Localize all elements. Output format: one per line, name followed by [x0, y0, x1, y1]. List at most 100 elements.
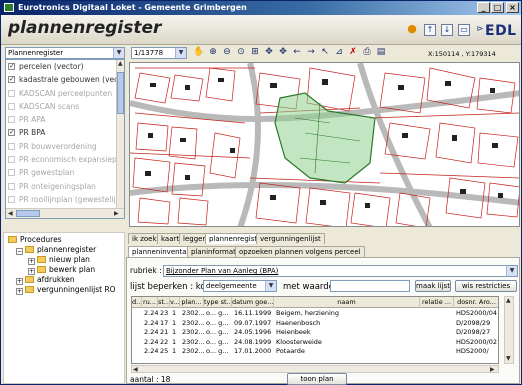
zoom-extent-icon[interactable]: ⊙ — [236, 47, 246, 58]
layer-checkbox[interactable]: ✓ — [8, 76, 15, 84]
expand-icon[interactable]: + — [16, 288, 23, 295]
zoom-window-icon[interactable]: ⊞ — [250, 47, 260, 58]
tree-node-afdrukken[interactable]: + afdrukken — [16, 275, 75, 285]
column-header[interactable]: relatie ... — [420, 297, 454, 308]
scroll-right-icon[interactable]: ▶ — [490, 366, 495, 373]
scroll-up-icon[interactable]: ▲ — [118, 60, 123, 67]
scroll-left-icon[interactable]: ◀ — [133, 366, 138, 373]
rubriek-select[interactable]: Bijzonder Plan van Aanleg (BPA) ▼ — [163, 265, 518, 277]
layer-item[interactable]: KADSCAN scans — [6, 100, 124, 113]
window-icon[interactable]: ▭ — [458, 24, 470, 36]
layer-checkbox[interactable]: ✓ — [8, 129, 15, 137]
tree-node-bewerk-plan[interactable]: + bewerk plan — [28, 265, 95, 275]
tab-opzoeken-plannen[interactable]: opzoeken plannen volgens perceel — [235, 246, 365, 257]
measure-icon[interactable]: ⊿ — [334, 47, 344, 58]
column-header[interactable]: naam — [274, 297, 420, 308]
pan-icon[interactable]: ✋ — [193, 47, 204, 58]
layer-item[interactable]: PR APA — [6, 113, 124, 126]
scale-select[interactable]: 1/13778 ▼ — [131, 47, 187, 59]
expand-icon[interactable]: + — [16, 278, 23, 285]
kolom-select[interactable]: deelgemeente ▼ — [203, 280, 277, 292]
move-icon[interactable]: ✥ — [278, 47, 288, 58]
info-icon[interactable]: ● — [406, 23, 418, 36]
maximize-button[interactable]: □ — [491, 2, 504, 13]
column-header[interactable]: datum goe... — [232, 297, 274, 308]
layer-item[interactable]: PR rooilijnplan (gewestelijk — [6, 193, 124, 206]
tree-node-procedures[interactable]: Procedures — [8, 235, 62, 245]
tree-node-vergunningenlijst[interactable]: + vergunningenlijst RO — [16, 285, 116, 295]
layer-item[interactable]: ✓ PR BPA — [6, 126, 124, 139]
table-row[interactable]: 2.24 23 1 2302... o... g... 16.11.1999 Beigem,… — [132, 309, 498, 319]
tab-ik-zoek[interactable]: ik zoek — [128, 233, 161, 244]
table-hscrollbar[interactable]: ◀ ▶ — [131, 365, 499, 373]
layer-checkbox[interactable]: ✓ — [8, 63, 15, 70]
layer-checkbox[interactable] — [8, 182, 15, 190]
column-header[interactable]: dosnr. Aro... — [454, 297, 498, 308]
scroll-right-icon[interactable]: ▶ — [114, 210, 119, 217]
zoom-in-icon[interactable]: ⊕ — [208, 47, 218, 58]
layer-checkbox[interactable] — [8, 156, 15, 164]
scroll-thumb[interactable] — [16, 210, 40, 217]
layer-checkbox[interactable] — [8, 142, 15, 150]
layer-item[interactable]: ✓ percelen (vector) — [6, 60, 124, 73]
next-icon[interactable]: → — [306, 47, 316, 58]
table-row[interactable]: 2.24 25 1 2302... o... g... 17.01.2000 Potaard… — [132, 347, 498, 357]
select-icon[interactable]: ↖ — [320, 47, 330, 58]
layer-group-select[interactable]: Plannenregister ▼ — [5, 47, 125, 59]
down-icon[interactable]: ↓ — [441, 24, 453, 36]
scroll-left-icon[interactable]: ◀ — [8, 210, 13, 217]
layer-item[interactable]: PR gewestplan — [6, 166, 124, 179]
print-icon[interactable]: ⎙ — [362, 47, 372, 58]
scroll-thumb[interactable] — [117, 72, 124, 114]
waarde-input[interactable] — [330, 280, 410, 292]
column-header[interactable]: type st... — [204, 297, 232, 308]
column-header[interactable]: st... — [158, 297, 170, 308]
export-icon[interactable]: ▤ — [376, 47, 386, 58]
table-row[interactable]: 2.24 17 1 2302... o... g... 09.07.1997 Haenenb… — [132, 319, 498, 329]
wis-restricties-button[interactable]: wis restricties — [455, 280, 517, 292]
table-row[interactable]: 2.24 21 1 2302... o... g... 24.05.1996 Heienbe… — [132, 328, 498, 338]
up-icon[interactable]: ↑ — [424, 24, 436, 36]
table-vscrollbar[interactable]: ▲ ▼ — [504, 296, 514, 364]
map-canvas[interactable] — [130, 63, 520, 227]
scroll-up-icon[interactable]: ▲ — [506, 297, 511, 304]
layer-item[interactable]: PR economisch expansiep — [6, 153, 124, 166]
layer-item[interactable]: ✓ kadastrale gebouwen (vec — [6, 73, 124, 86]
tree-node-nieuw-plan[interactable]: + nieuw plan — [28, 255, 90, 265]
layer-checkbox[interactable] — [8, 116, 15, 124]
tab-vergunningenlijst[interactable]: vergunningenlijst — [256, 233, 325, 244]
layer-checkbox[interactable] — [8, 102, 15, 110]
minimize-button[interactable]: _ — [477, 2, 490, 13]
toon-plan-button[interactable]: toon plan — [287, 373, 347, 385]
tree-node-plannenregister[interactable]: − plannenregister — [16, 245, 96, 255]
chevron-down-icon[interactable]: ▼ — [506, 266, 517, 276]
title-bar[interactable]: Eurotronics Digitaal Loket - Gemeente Gr… — [1, 1, 521, 15]
layer-checkbox[interactable] — [8, 169, 15, 177]
layer-list-vscrollbar[interactable]: ▲ — [116, 60, 124, 208]
layer-item[interactable]: KADSCAN perceelpunten — [6, 87, 124, 100]
previous-icon[interactable]: ← — [292, 47, 302, 58]
maak-lijst-button[interactable]: maak lijst — [415, 280, 451, 292]
move-icon[interactable]: ✥ — [264, 47, 274, 58]
chevron-down-icon[interactable]: ▼ — [113, 48, 124, 58]
layer-item[interactable]: PR bouwverordening — [6, 140, 124, 153]
column-header[interactable]: v... — [170, 297, 180, 308]
layer-item[interactable]: PR onteigeningsplan — [6, 180, 124, 193]
column-header[interactable]: d... — [132, 297, 142, 308]
expand-icon[interactable]: + — [28, 258, 35, 265]
layer-checkbox[interactable] — [8, 89, 15, 97]
layer-checkbox[interactable] — [8, 195, 15, 203]
map-view[interactable] — [129, 62, 520, 227]
collapse-icon[interactable]: − — [16, 248, 23, 255]
zoom-out-icon[interactable]: ⊖ — [222, 47, 232, 58]
scroll-down-icon[interactable]: ▼ — [506, 355, 511, 362]
expand-icon[interactable]: + — [28, 268, 35, 275]
clear-icon[interactable]: ✗ — [348, 47, 358, 58]
layer-list-hscrollbar[interactable]: ◀ ▶ — [6, 208, 124, 218]
column-header[interactable]: plan... — [180, 297, 204, 308]
close-button[interactable]: × — [506, 2, 519, 13]
table-row[interactable]: 2.24 22 1 2302... o... g... 24.08.1999 Klooste… — [132, 338, 498, 348]
chevron-down-icon[interactable]: ▼ — [265, 281, 276, 291]
column-header[interactable]: ru... — [142, 297, 158, 308]
chevron-down-icon[interactable]: ▼ — [175, 48, 186, 58]
